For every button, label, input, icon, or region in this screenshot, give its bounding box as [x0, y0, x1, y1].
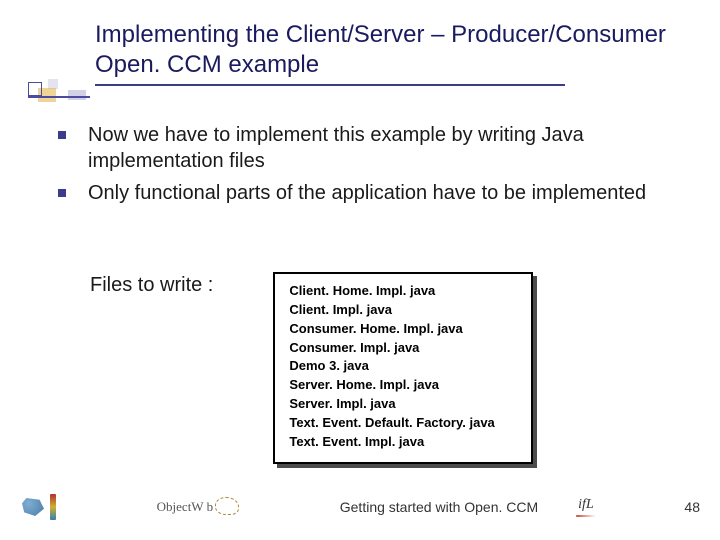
file-item: Client. Home. Impl. java: [289, 282, 517, 301]
file-item: Demo 3. java: [289, 357, 517, 376]
file-item: Server. Home. Impl. java: [289, 376, 517, 395]
slide-title: Implementing the Client/Server – Produce…: [95, 20, 690, 80]
file-item: Text. Event. Impl. java: [289, 433, 517, 452]
bullet-list: Now we have to implement this example by…: [58, 122, 680, 212]
file-item: Consumer. Home. Impl. java: [289, 320, 517, 339]
slide-footer: ObjectW b Getting started with Open. CCM…: [20, 492, 700, 522]
slide-title-area: Implementing the Client/Server – Produce…: [95, 20, 690, 86]
list-item: Now we have to implement this example by…: [58, 122, 680, 174]
list-item: Only functional parts of the application…: [58, 180, 680, 206]
title-underline: [95, 84, 565, 86]
files-box: Client. Home. Impl. java Client. Impl. j…: [273, 272, 533, 464]
square-bullet-icon: [58, 189, 66, 197]
objectweb-logo: ObjectW b: [157, 499, 239, 515]
files-section: Files to write : Client. Home. Impl. jav…: [90, 272, 680, 464]
file-item: Client. Impl. java: [289, 301, 517, 320]
files-label: Files to write :: [90, 274, 213, 464]
ifl-logo: ifL: [578, 497, 594, 517]
page-number: 48: [684, 499, 700, 515]
file-item: Server. Impl. java: [289, 395, 517, 414]
map-logo-icon: [20, 492, 56, 522]
file-item: Consumer. Impl. java: [289, 339, 517, 358]
bullet-text: Now we have to implement this example by…: [88, 122, 680, 174]
square-bullet-icon: [58, 131, 66, 139]
footer-caption: Getting started with Open. CCM: [340, 499, 538, 515]
bullet-text: Only functional parts of the application…: [88, 180, 646, 206]
decorative-squares: [28, 82, 90, 106]
file-item: Text. Event. Default. Factory. java: [289, 414, 517, 433]
